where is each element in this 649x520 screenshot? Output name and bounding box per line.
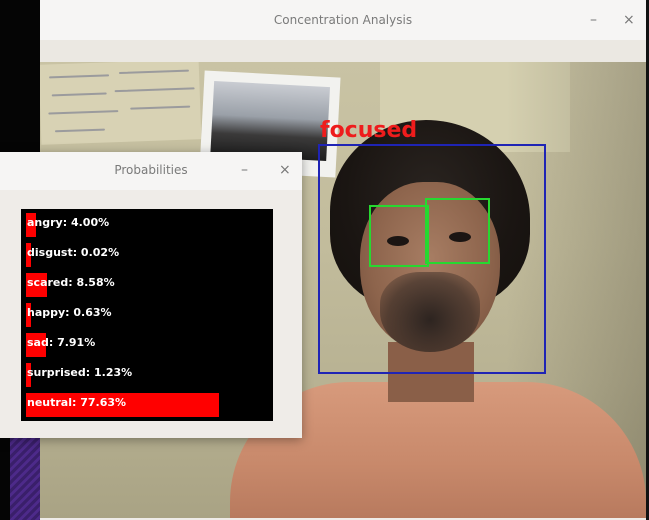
probabilities-window: Probabilities – × angry: 4.00% disgust: … [0,152,302,438]
eye-detection-box-right [425,198,490,264]
emotion-row-angry: angry: 4.00% [21,212,273,237]
wall-notes [40,62,202,145]
emotion-row-neutral: neutral: 77.63% [21,392,273,417]
focus-state-label: focused [320,118,418,143]
emotion-row-scared: scared: 8.58% [21,272,273,297]
emotion-label-surprised: surprised: 1.23% [27,366,133,379]
emotion-label-neutral: neutral: 77.63% [27,396,127,409]
probabilities-minimize-button[interactable]: – [241,163,248,177]
probabilities-close-button[interactable]: × [279,163,291,177]
desktop-wallpaper-edge [10,430,40,520]
emotion-row-sad: sad: 7.91% [21,332,273,357]
eye-detection-box-left [369,205,429,267]
emotion-label-sad: sad: 7.91% [27,336,96,349]
emotion-row-happy: happy: 0.63% [21,302,273,327]
emotion-label-happy: happy: 0.63% [27,306,112,319]
emotion-label-scared: scared: 8.58% [27,276,115,289]
probabilities-titlebar[interactable]: Probabilities – × [0,152,302,190]
emotion-label-angry: angry: 4.00% [27,216,110,229]
emotion-row-disgust: disgust: 0.02% [21,242,273,267]
main-minimize-button[interactable]: – [590,13,597,27]
main-close-button[interactable]: × [623,13,635,27]
main-toolbar [40,40,646,62]
main-window-title: Concentration Analysis [273,13,413,27]
probabilities-window-title: Probabilities [114,163,188,177]
probabilities-canvas: angry: 4.00% disgust: 0.02% scared: 8.58… [21,209,273,421]
emotion-row-surprised: surprised: 1.23% [21,362,273,387]
main-titlebar[interactable]: Concentration Analysis – × [40,0,646,40]
emotion-label-disgust: disgust: 0.02% [27,246,120,259]
